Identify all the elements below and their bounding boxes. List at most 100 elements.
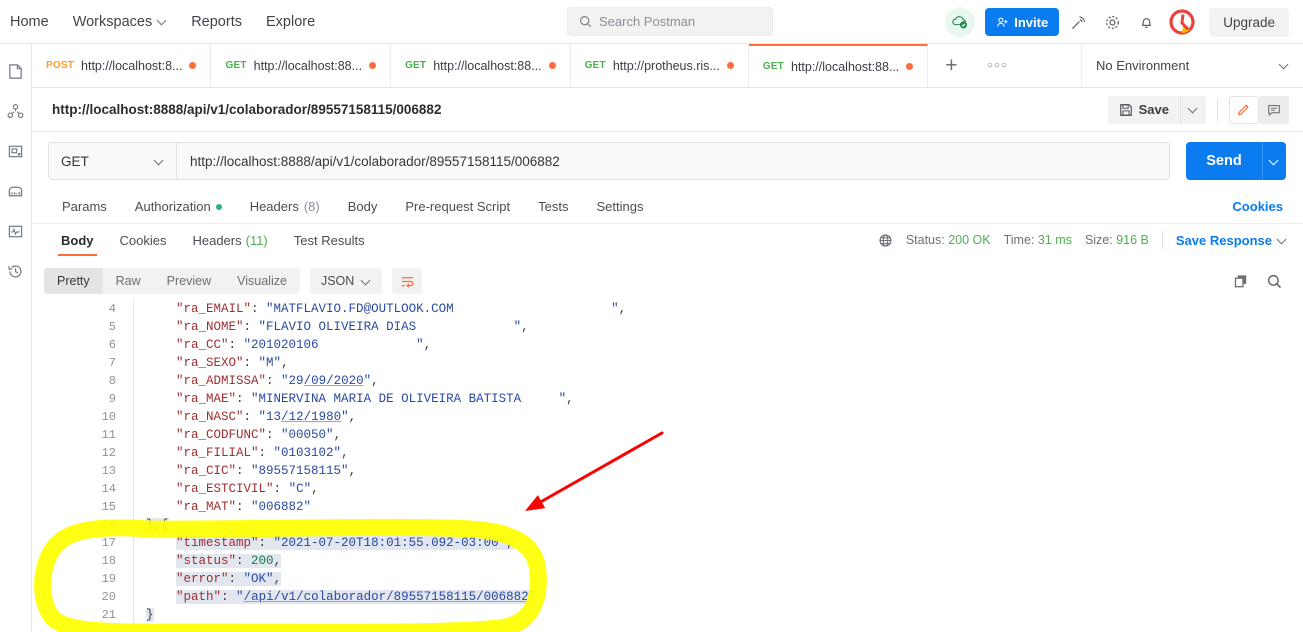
mock-servers-icon[interactable] xyxy=(5,180,27,202)
search-input[interactable]: Search Postman xyxy=(567,7,773,36)
tab-headers-label: Headers xyxy=(250,199,299,214)
save-button[interactable]: Save xyxy=(1108,96,1180,124)
pencil-icon xyxy=(1236,102,1252,118)
cloud-sync-icon[interactable] xyxy=(945,7,975,37)
nav-item-reports[interactable]: Reports xyxy=(191,14,242,30)
search-icon[interactable] xyxy=(1266,273,1283,290)
code-line-text: "ra_NOME": "FLAVIO OLIVEIRA DIAS ", xyxy=(146,318,529,336)
response-tab-body[interactable]: Body xyxy=(48,224,107,256)
line-number: 19 xyxy=(78,570,116,588)
authorization-set-indicator-icon xyxy=(216,204,222,210)
code-line-text: "ra_ESTCIVIL": "C", xyxy=(146,480,319,498)
code-line: 11 "ra_CODFUNC": "00050", xyxy=(32,426,1303,444)
request-tab-4-active[interactable]: GET http://localhost:88... xyxy=(749,44,929,87)
tab-pre-request-script-label: Pre-request Script xyxy=(405,199,510,214)
request-tab-4-label: http://localhost:88... xyxy=(791,60,899,74)
cookies-link[interactable]: Cookies xyxy=(1232,199,1283,214)
bell-icon[interactable] xyxy=(1131,7,1161,37)
environment-selector[interactable]: No Environment xyxy=(1081,44,1303,87)
tab-tests[interactable]: Tests xyxy=(524,199,582,214)
nav-item-explore[interactable]: Explore xyxy=(266,14,315,30)
invite-button[interactable]: Invite xyxy=(985,8,1059,36)
divider xyxy=(1162,231,1163,249)
response-tab-headers[interactable]: Headers (11) xyxy=(179,224,280,256)
tab-headers[interactable]: Headers (8) xyxy=(236,199,334,214)
request-tab-0[interactable]: POST http://localhost:8... xyxy=(32,44,211,87)
response-body-code[interactable]: 4 "ra_EMAIL": "MATFLAVIO.FD@OUTLOOK.COM … xyxy=(32,300,1303,632)
satellite-icon[interactable] xyxy=(1063,7,1093,37)
plus-icon: + xyxy=(945,54,957,78)
request-tab-1[interactable]: GET http://localhost:88... xyxy=(211,44,391,87)
more-options-icon: ○○○ xyxy=(987,60,1008,71)
tab-options-button[interactable]: ○○○ xyxy=(974,44,1020,87)
line-number: 15 xyxy=(78,498,116,516)
chevron-down-icon xyxy=(1278,236,1287,245)
size-value: 916 B xyxy=(1116,233,1149,247)
response-tab-body-label: Body xyxy=(61,233,94,248)
code-line-text: } xyxy=(146,606,154,624)
line-number: 20 xyxy=(78,588,116,606)
view-mode-raw[interactable]: Raw xyxy=(103,268,154,294)
response-tab-test-results[interactable]: Test Results xyxy=(281,224,378,256)
response-tab-headers-count: (11) xyxy=(246,233,268,248)
send-button[interactable]: Send xyxy=(1186,142,1262,180)
unsaved-indicator-icon xyxy=(189,62,196,69)
comments-button[interactable] xyxy=(1259,96,1289,124)
request-config-tabs: Params Authorization Headers (8) Body Pr… xyxy=(32,190,1303,224)
word-wrap-button[interactable] xyxy=(392,268,422,294)
invite-button-label: Invite xyxy=(1014,15,1048,30)
invite-icon xyxy=(996,16,1009,29)
save-disk-icon xyxy=(1119,103,1133,117)
new-tab-button[interactable]: + xyxy=(928,44,974,87)
code-line: 21} xyxy=(32,606,1303,624)
unsaved-indicator-icon xyxy=(549,62,556,69)
save-options-button[interactable] xyxy=(1180,96,1206,124)
apis-icon[interactable] xyxy=(5,100,27,122)
tab-params-label: Params xyxy=(62,199,107,214)
nav-item-explore-label: Explore xyxy=(266,14,315,30)
code-line: 4 "ra_EMAIL": "MATFLAVIO.FD@OUTLOOK.COM … xyxy=(32,300,1303,318)
line-number: 5 xyxy=(78,318,116,336)
tab-authorization[interactable]: Authorization xyxy=(121,199,236,214)
history-icon[interactable] xyxy=(5,260,27,282)
view-mode-pretty[interactable]: Pretty xyxy=(44,268,103,294)
tab-pre-request-script[interactable]: Pre-request Script xyxy=(391,199,524,214)
code-line-text: "error": "OK", xyxy=(146,570,281,588)
upgrade-button[interactable]: Upgrade xyxy=(1209,8,1289,37)
gear-icon[interactable] xyxy=(1097,7,1127,37)
nav-item-workspaces[interactable]: Workspaces xyxy=(73,14,168,30)
send-button-label: Send xyxy=(1206,153,1241,169)
response-format-selector[interactable]: JSON xyxy=(310,268,382,294)
request-tab-2[interactable]: GET http://localhost:88... xyxy=(391,44,571,87)
send-options-button[interactable] xyxy=(1262,142,1286,180)
save-response-button[interactable]: Save Response xyxy=(1176,233,1287,248)
request-tab-3[interactable]: GET http://protheus.ris... xyxy=(571,44,749,87)
save-button-label: Save xyxy=(1139,102,1169,117)
left-sidebar-rail xyxy=(0,44,32,632)
monitors-icon[interactable] xyxy=(5,220,27,242)
environments-icon[interactable] xyxy=(5,140,27,162)
view-mode-preview[interactable]: Preview xyxy=(154,268,224,294)
unsaved-indicator-icon xyxy=(369,62,376,69)
url-input[interactable]: http://localhost:8888/api/v1/colaborador… xyxy=(176,142,1170,180)
code-line: 5 "ra_NOME": "FLAVIO OLIVEIRA DIAS ", xyxy=(32,318,1303,336)
response-meta: Status: 200 OK Time: 31 ms Size: 916 B S… xyxy=(878,231,1303,249)
tab-params[interactable]: Params xyxy=(48,199,121,214)
tab-settings[interactable]: Settings xyxy=(582,199,657,214)
copy-icon[interactable] xyxy=(1233,273,1250,290)
code-line: 10 "ra_NASC": "13/12/1980", xyxy=(32,408,1303,426)
edit-request-button[interactable] xyxy=(1229,96,1259,124)
response-tab-cookies[interactable]: Cookies xyxy=(107,224,180,256)
tab-tests-label: Tests xyxy=(538,199,568,214)
tab-body[interactable]: Body xyxy=(334,199,392,214)
http-method-selector[interactable]: GET xyxy=(48,142,176,180)
code-line: 14 "ra_ESTCIVIL": "C", xyxy=(32,480,1303,498)
postman-app-window: Home Workspaces Reports Explore Search P… xyxy=(0,0,1303,632)
status-label: Status: xyxy=(906,233,945,247)
globe-icon[interactable] xyxy=(878,233,893,248)
nav-item-home[interactable]: Home xyxy=(10,14,49,30)
view-mode-visualize[interactable]: Visualize xyxy=(224,268,300,294)
collections-icon[interactable] xyxy=(5,60,27,82)
unsaved-indicator-icon xyxy=(906,63,913,70)
avatar[interactable] xyxy=(1169,9,1195,35)
